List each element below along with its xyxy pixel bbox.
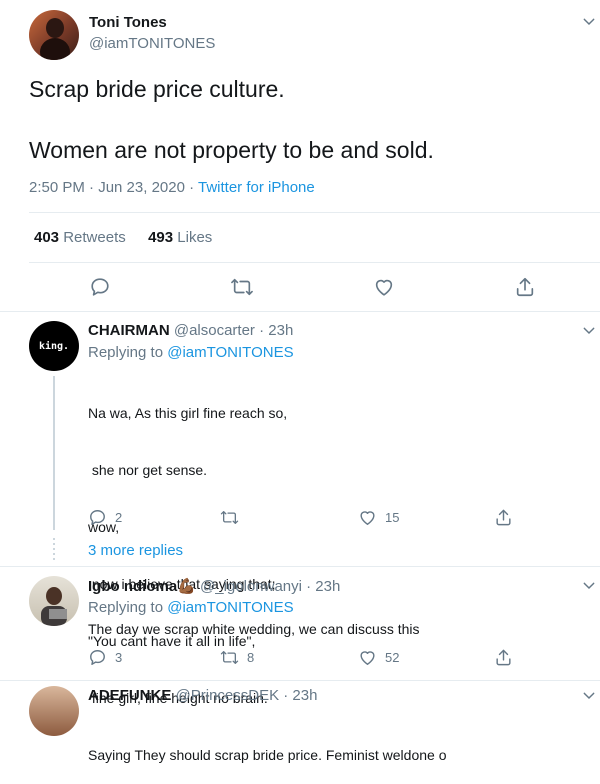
reply-text-line: she nor get sense. <box>88 462 208 478</box>
retweets-count: 403 <box>34 229 60 246</box>
reply-icon <box>91 278 109 296</box>
reply-avatar[interactable] <box>29 576 79 626</box>
like-button[interactable]: 52 <box>358 648 399 667</box>
divider <box>0 566 600 567</box>
retweet-button[interactable]: 8 <box>220 648 254 667</box>
retweet-button[interactable] <box>230 276 254 298</box>
reply-text-line: Saying They should scrap bride price. Fe… <box>88 747 447 763</box>
reply-count: 2 <box>115 510 123 525</box>
tweet-text-line-1: Scrap bride price culture. <box>29 76 285 102</box>
reply-avatar[interactable] <box>29 686 79 736</box>
retweets-label: Retweets <box>63 229 126 246</box>
retweet-button[interactable] <box>220 508 247 527</box>
replying-to-label: Replying to <box>88 599 168 616</box>
replying-to-handle[interactable]: @iamTONITONES <box>167 344 293 361</box>
likes-stat[interactable]: 493 Likes <box>148 229 212 246</box>
retweet-icon <box>231 278 253 296</box>
tweet-timestamp-row: 2:50 PM · Jun 23, 2020 · Twitter for iPh… <box>29 179 315 196</box>
reply-button[interactable] <box>89 276 111 298</box>
heart-icon <box>375 279 393 296</box>
author-avatar[interactable] <box>29 10 79 60</box>
reply-text: Na wa, As this girl fine reach so, she n… <box>88 366 446 784</box>
reply-avatar[interactable]: king. <box>29 321 79 371</box>
likes-count: 493 <box>148 229 174 246</box>
share-icon <box>496 509 511 526</box>
tweet-text-line-2: Women are not property to be and sold. <box>29 137 434 163</box>
reply-header: ADEFUNKE @PrincessDEK · 23h <box>88 687 317 704</box>
reply-text-line: Na wa, As this girl fine reach so, <box>88 405 288 421</box>
reply-menu-chevron-icon[interactable] <box>581 323 597 339</box>
reply-text: The day we scrap white wedding, we can d… <box>88 621 420 637</box>
retweet-icon <box>220 510 239 525</box>
avatar-photo <box>40 18 70 60</box>
reply-author-handle[interactable]: @alsocarter · 23h <box>174 322 293 339</box>
heart-icon <box>360 651 375 665</box>
like-button[interactable] <box>373 276 395 298</box>
share-button[interactable] <box>514 276 536 298</box>
replying-to-handle[interactable]: @iamTONITONES <box>167 599 293 616</box>
avatar-logo-text: king. <box>38 340 70 352</box>
reply-menu-chevron-icon[interactable] <box>581 688 597 704</box>
replying-to: Replying to @iamTONITONES <box>88 344 294 361</box>
retweet-count: 8 <box>247 650 255 665</box>
reply-author-name[interactable]: ADEFUNKE <box>88 687 171 704</box>
author-handle[interactable]: @iamTONITONES <box>89 35 215 52</box>
divider <box>29 212 600 213</box>
reply-author-name[interactable]: CHAIRMAN <box>88 322 170 339</box>
like-count: 52 <box>385 650 400 665</box>
reply-author-handle[interactable]: @_igolonwanyi · 23h <box>200 578 340 595</box>
likes-label: Likes <box>177 229 213 246</box>
share-icon <box>516 277 534 297</box>
author-name[interactable]: Toni Tones <box>89 14 167 31</box>
tweet-timestamp[interactable]: 2:50 PM · Jun 23, 2020 · <box>29 179 198 196</box>
thread-line <box>53 376 55 530</box>
like-button[interactable]: 15 <box>358 508 399 527</box>
reply-count: 3 <box>115 650 123 665</box>
tweet-menu-chevron-icon[interactable] <box>581 14 597 30</box>
divider <box>0 311 600 312</box>
reply-icon <box>90 510 105 525</box>
like-count: 15 <box>385 510 400 525</box>
reply-icon <box>90 650 105 665</box>
replying-to: Replying to @iamTONITONES <box>88 599 294 616</box>
replying-to-label: Replying to <box>88 344 168 361</box>
reply-button[interactable]: 3 <box>88 648 122 667</box>
retweet-icon <box>220 650 239 665</box>
tweet-stats: 403 Retweets 493 Likes <box>34 229 212 246</box>
thread-dots <box>53 538 55 562</box>
retweets-stat[interactable]: 403 Retweets <box>34 229 130 246</box>
reply-header: Igbo ndioma💪🏾 @_igolonwanyi · 23h <box>88 577 340 595</box>
heart-icon <box>360 511 375 525</box>
share-button[interactable] <box>494 508 513 527</box>
more-replies-link[interactable]: 3 more replies <box>88 542 183 559</box>
reply-menu-chevron-icon[interactable] <box>581 578 597 594</box>
reply-author-name[interactable]: Igbo ndioma💪🏾 <box>88 578 196 595</box>
reply-button[interactable]: 2 <box>88 508 122 527</box>
tweet-source[interactable]: Twitter for iPhone <box>198 179 315 196</box>
reply-header: CHAIRMAN @alsocarter · 23h <box>88 322 293 339</box>
share-icon <box>496 649 511 666</box>
reply-author-handle[interactable]: @PrincessDEK · 23h <box>176 687 318 704</box>
divider <box>0 680 600 681</box>
divider <box>29 262 600 263</box>
avatar-photo <box>41 587 67 626</box>
share-button[interactable] <box>494 648 513 667</box>
